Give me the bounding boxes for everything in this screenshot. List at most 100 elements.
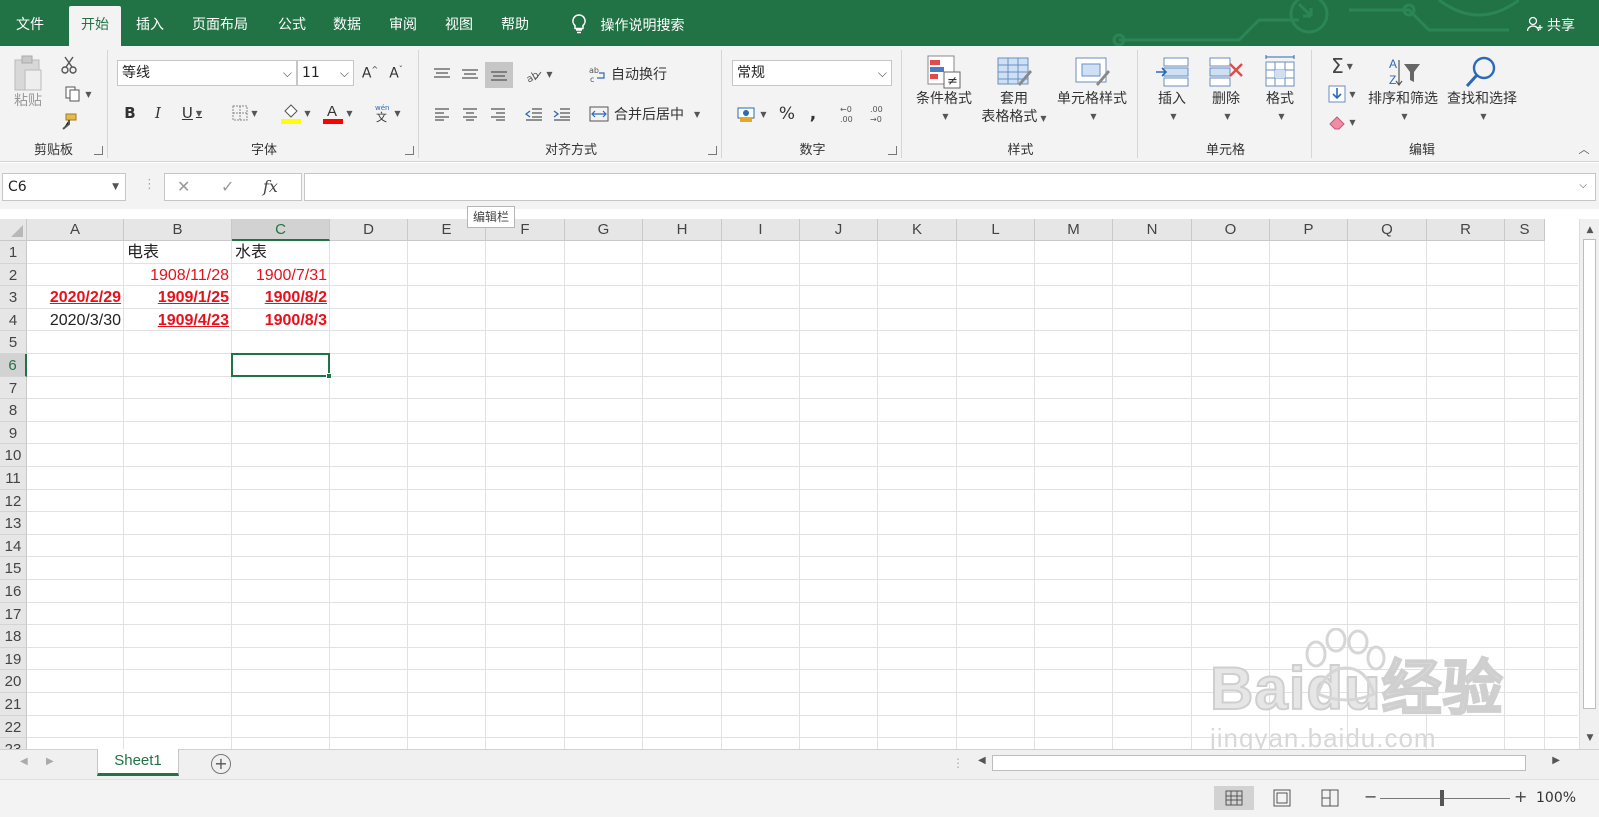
- borders-button[interactable]: ▼: [226, 102, 264, 124]
- horizontal-scrollbar[interactable]: ◀ ▶: [972, 753, 1568, 773]
- prev-sheet-icon[interactable]: ◀: [20, 756, 28, 767]
- collapse-ribbon-button[interactable]: ︿: [1576, 142, 1592, 156]
- row-header-9[interactable]: 9: [0, 421, 27, 445]
- font-name-combo[interactable]: 等线 ⌵: [117, 60, 297, 86]
- row-header-22[interactable]: 22: [0, 715, 27, 739]
- cell-c1[interactable]: 水表: [232, 241, 330, 264]
- horizontal-scroll-thumb[interactable]: [992, 755, 1526, 771]
- clipboard-launcher[interactable]: [94, 146, 103, 155]
- column-header-g[interactable]: G: [565, 219, 643, 241]
- number-launcher[interactable]: [888, 146, 897, 155]
- bold-button[interactable]: B: [120, 102, 140, 124]
- column-header-r[interactable]: R: [1427, 219, 1505, 241]
- row-header-8[interactable]: 8: [0, 399, 27, 422]
- splitter-icon[interactable]: ⋮: [952, 756, 964, 770]
- fill-color-button[interactable]: ▼: [276, 100, 316, 126]
- sheet-tab-sheet1[interactable]: Sheet1: [97, 749, 179, 776]
- column-header-i[interactable]: I: [722, 219, 800, 241]
- cell-c4[interactable]: 1900/8/3: [232, 309, 330, 332]
- column-header-c[interactable]: C: [232, 219, 330, 241]
- tab-data[interactable]: 数据: [321, 0, 373, 46]
- row-header-1[interactable]: 1: [0, 241, 27, 264]
- row-header-11[interactable]: 11: [0, 467, 27, 490]
- page-layout-view-button[interactable]: [1262, 786, 1302, 810]
- row-header-16[interactable]: 16: [0, 580, 27, 603]
- zoom-slider[interactable]: [1380, 798, 1510, 799]
- scroll-up-icon[interactable]: ▲: [1583, 223, 1597, 237]
- scroll-left-icon[interactable]: ◀: [978, 755, 986, 766]
- active-cell-border[interactable]: [231, 353, 330, 377]
- format-as-table-button[interactable]: 套用 表格格式 ▼: [976, 54, 1052, 134]
- tell-me-search[interactable]: 操作说明搜索: [572, 0, 684, 46]
- column-header-p[interactable]: P: [1270, 219, 1348, 241]
- add-sheet-icon[interactable]: +: [211, 754, 231, 774]
- column-header-o[interactable]: O: [1192, 219, 1270, 241]
- orientation-button[interactable]: ab ▼: [521, 62, 557, 86]
- conditional-formatting-button[interactable]: ≠ 条件格式 ▼: [910, 54, 978, 134]
- tab-review[interactable]: 审阅: [377, 0, 429, 46]
- formula-input[interactable]: ⌵: [304, 173, 1596, 201]
- next-sheet-icon[interactable]: ▶: [46, 756, 54, 767]
- cell-b4[interactable]: 1909/4/23: [124, 309, 232, 332]
- align-center-button[interactable]: [457, 102, 483, 126]
- decrease-font-button[interactable]: Aˇ: [386, 62, 406, 84]
- autosum-button[interactable]: Σ ▼: [1322, 54, 1362, 78]
- font-color-button[interactable]: A ▼: [318, 100, 358, 126]
- italic-button[interactable]: I: [148, 102, 168, 124]
- tab-file[interactable]: 文件: [4, 0, 56, 46]
- zoom-level[interactable]: 100%: [1536, 790, 1576, 806]
- vertical-scrollbar[interactable]: ▲ ▼: [1579, 219, 1599, 763]
- copy-button[interactable]: ▼: [58, 83, 98, 105]
- row-header-10[interactable]: 10: [0, 444, 27, 467]
- row-header-18[interactable]: 18: [0, 625, 27, 648]
- row-header-3[interactable]: 3: [0, 286, 27, 309]
- column-header-n[interactable]: N: [1113, 219, 1192, 241]
- accounting-format-button[interactable]: ▼: [732, 102, 772, 126]
- format-cells-button[interactable]: 格式 ▼: [1254, 54, 1306, 134]
- sort-filter-button[interactable]: AZ 排序和筛选 ▼: [1364, 54, 1442, 134]
- insert-function-icon[interactable]: fx: [263, 177, 278, 196]
- row-header-13[interactable]: 13: [0, 512, 27, 535]
- tab-formulas[interactable]: 公式: [266, 0, 318, 46]
- share-button[interactable]: 共享: [1526, 0, 1575, 46]
- clear-button[interactable]: ▼: [1322, 110, 1362, 134]
- row-header-5[interactable]: 5: [0, 331, 27, 354]
- cut-button[interactable]: [58, 54, 80, 76]
- align-middle-button[interactable]: [457, 62, 483, 86]
- zoom-in-icon[interactable]: +: [1514, 787, 1527, 806]
- wrap-text-button[interactable]: ab c 自动换行: [589, 62, 679, 86]
- comma-button[interactable]: ,: [802, 102, 824, 126]
- page-break-view-button[interactable]: [1310, 786, 1350, 810]
- cell-b1[interactable]: 电表: [124, 241, 232, 264]
- increase-decimal-button[interactable]: ←0.00: [836, 102, 860, 126]
- zoom-slider-thumb[interactable]: [1440, 790, 1444, 806]
- row-header-12[interactable]: 12: [0, 489, 27, 513]
- cancel-icon[interactable]: ✕: [177, 177, 190, 196]
- fill-button[interactable]: ▼: [1322, 82, 1362, 106]
- cell-c2[interactable]: 1900/7/31: [232, 264, 330, 287]
- column-header-d[interactable]: D: [330, 219, 408, 241]
- phonetic-button[interactable]: wén 文 ▼: [368, 100, 406, 126]
- align-top-button[interactable]: [429, 62, 455, 86]
- row-header-15[interactable]: 15: [0, 557, 27, 580]
- cell-a4[interactable]: 2020/3/30: [27, 309, 124, 332]
- row-header-6[interactable]: 6: [0, 354, 27, 377]
- cell-c3[interactable]: 1900/8/2: [232, 286, 330, 309]
- column-header-l[interactable]: L: [957, 219, 1035, 241]
- alignment-launcher[interactable]: [708, 146, 717, 155]
- row-header-4[interactable]: 4: [0, 308, 27, 332]
- column-header-b[interactable]: B: [124, 219, 232, 241]
- row-header-17[interactable]: 17: [0, 602, 27, 626]
- decrease-indent-button[interactable]: [521, 102, 547, 126]
- row-header-14[interactable]: 14: [0, 534, 27, 558]
- chevron-down-icon[interactable]: ⌵: [1579, 180, 1587, 191]
- merge-center-button[interactable]: 合并后居中 ▼: [589, 102, 713, 126]
- delete-cells-button[interactable]: 删除 ▼: [1200, 54, 1252, 134]
- zoom-out-icon[interactable]: −: [1364, 787, 1377, 806]
- percent-button[interactable]: %: [776, 102, 798, 126]
- cell-styles-button[interactable]: 单元格样式 ▼: [1052, 54, 1132, 134]
- cell-b3[interactable]: 1909/1/25: [124, 286, 232, 309]
- font-launcher[interactable]: [405, 146, 414, 155]
- tab-insert[interactable]: 插入: [124, 0, 176, 46]
- decrease-decimal-button[interactable]: .00 →0: [866, 102, 890, 126]
